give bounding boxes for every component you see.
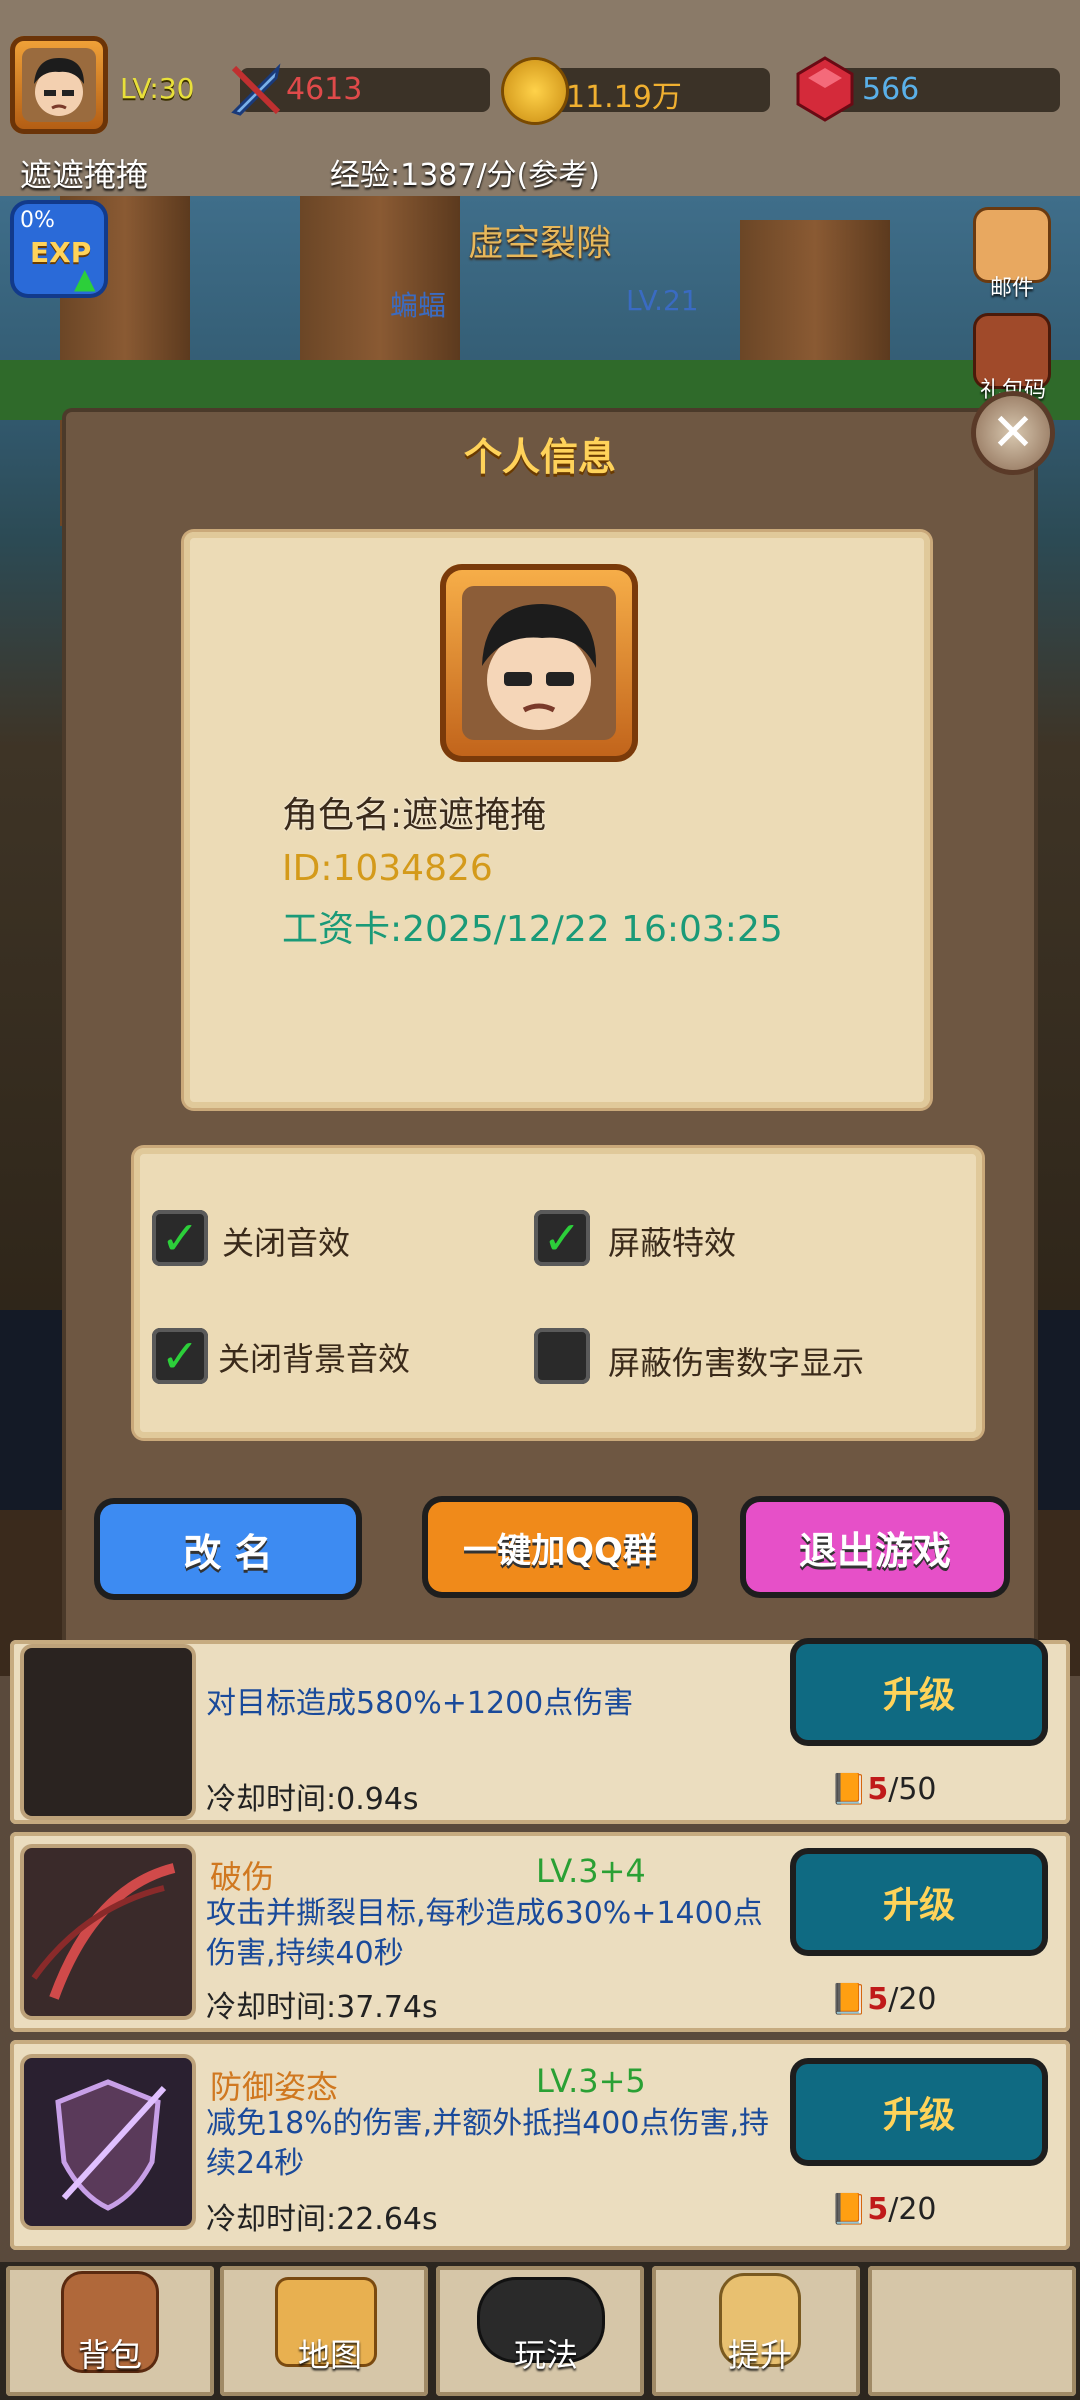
skill-cooldown: 冷却时间:37.74s [206, 1990, 438, 2025]
skill-name: 防御姿态 [210, 2068, 339, 2106]
skill-icon-rend [24, 1848, 192, 2016]
skill-desc: 攻击并撕裂目标,每秒造成630%+1400点伤害,持续40秒 [206, 1896, 763, 1971]
nav-upgrade-label: 提升 [727, 2336, 792, 2374]
check-icon: ✓ [160, 1211, 200, 1265]
book-icon: 📙 [830, 1982, 868, 2017]
checkbox-hide-damage-numbers[interactable] [534, 1328, 590, 1384]
nav-map-label: 地图 [297, 2336, 362, 2374]
checkbox-mute-sfx[interactable]: ✓ [152, 1210, 208, 1266]
cost-need: /20 [888, 2192, 937, 2227]
nav-play-label: 玩法 [513, 2336, 578, 2374]
player-id: ID:1034826 [282, 848, 493, 889]
option-label: 关闭音效 [222, 1224, 351, 1262]
salary-card-expiry: 工资卡:2025/12/22 16:03:25 [282, 909, 783, 950]
check-icon: ✓ [160, 1329, 200, 1383]
skill-name: 破伤 [210, 1858, 275, 1896]
rename-button[interactable]: 改 名 [100, 1504, 356, 1594]
upgrade-button[interactable]: 升级 [796, 1854, 1042, 1950]
exit-game-button[interactable]: 退出游戏 [746, 1502, 1004, 1592]
upgrade-button[interactable]: 升级 [796, 1644, 1042, 1740]
skill-cost: 📙5/20 [830, 2192, 937, 2227]
skill-icon [24, 1648, 192, 1816]
close-icon: ✕ [991, 403, 1035, 463]
skill-level: LV.3+5 [536, 2062, 646, 2100]
skill-cooldown: 冷却时间:22.64s [206, 2202, 438, 2237]
skill-cost: 📙5/20 [830, 1982, 937, 2017]
check-icon: ✓ [542, 1211, 582, 1265]
option-label: 屏蔽特效 [608, 1224, 737, 1262]
checkbox-mute-bgm[interactable]: ✓ [152, 1328, 208, 1384]
skill-cooldown: 冷却时间:0.94s [206, 1782, 419, 1817]
settings-panel [134, 1148, 982, 1438]
cost-need: /20 [888, 1982, 937, 2017]
modal-title: 个人信息 [463, 435, 616, 479]
cost-have: 5 [867, 1982, 889, 2017]
skill-level: LV.3+4 [536, 1852, 646, 1890]
book-icon: 📙 [830, 2192, 868, 2227]
portrait-avatar [462, 586, 616, 740]
option-label: 关闭背景音效 [218, 1340, 411, 1378]
skill-icon-defense [24, 2058, 192, 2226]
role-name: 角色名:遮遮掩掩 [282, 795, 547, 836]
skill-desc: 对目标造成580%+1200点伤害 [206, 1686, 634, 1721]
nav-empty-slot [868, 2266, 1076, 2396]
skill-desc: 减免18%的伤害,并额外抵挡400点伤害,持续24秒 [206, 2106, 770, 2181]
book-icon: 📙 [830, 1772, 868, 1807]
skill-cost: 📙5/50 [830, 1772, 937, 1807]
upgrade-button[interactable]: 升级 [796, 2064, 1042, 2160]
cost-have: 5 [867, 2192, 889, 2227]
cost-have: 5 [867, 1772, 889, 1807]
checkbox-hide-effects[interactable]: ✓ [534, 1210, 590, 1266]
option-label: 屏蔽伤害数字显示 [608, 1344, 865, 1382]
nav-bag-label: 背包 [77, 2336, 142, 2374]
cost-need: /50 [888, 1772, 937, 1807]
join-qq-group-button[interactable]: 一键加QQ群 [428, 1502, 692, 1592]
close-button[interactable]: ✕ [976, 396, 1050, 470]
